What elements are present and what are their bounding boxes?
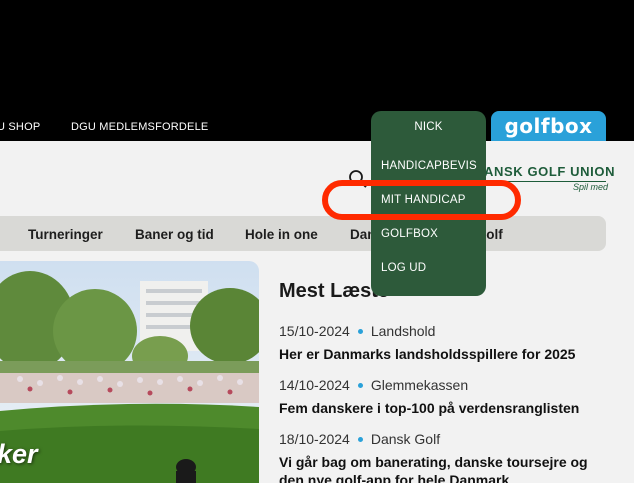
hero-image[interactable]: ker xyxy=(0,261,259,483)
article-meta: 15/10-2024 Landshold xyxy=(279,323,609,339)
dot-icon xyxy=(357,328,363,334)
nav-item-hole-in-one[interactable]: Hole in one xyxy=(245,227,318,242)
nav-item-turneringer[interactable]: Turneringer xyxy=(28,227,103,242)
brand-tagline: Spil med xyxy=(572,182,608,192)
menu-item-handicapbevis[interactable]: HANDICAPBEVIS xyxy=(381,160,477,172)
golfbox-button[interactable]: golfbox xyxy=(491,111,606,141)
main-nav: Turneringer Baner og tid Hole in one Dan… xyxy=(0,216,606,251)
nav-item-baner-og-tid[interactable]: Baner og tid xyxy=(135,227,214,242)
article-date: 15/10-2024 xyxy=(279,323,350,339)
dot-icon xyxy=(357,382,363,388)
article-title[interactable]: Her er Danmarks landsholdsspillere for 2… xyxy=(279,345,609,363)
brand-name: ANSK GOLF UNION xyxy=(484,164,616,179)
hero-caption: ker xyxy=(0,439,38,469)
article-item[interactable]: 18/10-2024 Dansk Golf Vi går bag om baner… xyxy=(279,431,609,483)
menu-item-golfbox[interactable]: GOLFBOX xyxy=(381,228,438,240)
dot-icon xyxy=(357,436,363,442)
article-date: 14/10-2024 xyxy=(279,377,350,393)
top-black-area xyxy=(0,0,634,112)
user-name[interactable]: NICK xyxy=(371,121,486,133)
golfbox-logo: golfbox xyxy=(504,114,593,138)
article-item[interactable]: 15/10-2024 Landshold Her er Danmarks land… xyxy=(279,323,609,363)
article-category: Landshold xyxy=(370,323,436,339)
article-date: 18/10-2024 xyxy=(279,431,350,447)
article-category: Glemmekassen xyxy=(370,377,469,393)
article-meta: 18/10-2024 Dansk Golf xyxy=(279,431,609,447)
article-title[interactable]: Vi går bag om banerating, danske toursej… xyxy=(279,453,609,483)
golf-course-photo xyxy=(0,261,259,483)
shop-link[interactable]: U SHOP xyxy=(0,121,40,133)
article-category: Dansk Golf xyxy=(370,431,441,447)
article-item[interactable]: 14/10-2024 Glemmekassen Fem danskere i to… xyxy=(279,377,609,417)
highlight-annotation xyxy=(322,180,521,220)
article-meta: 14/10-2024 Glemmekassen xyxy=(279,377,609,393)
menu-item-log-ud[interactable]: LOG UD xyxy=(381,262,426,274)
member-benefits-link[interactable]: DGU MEDLEMSFORDELE xyxy=(71,121,208,133)
article-title[interactable]: Fem danskere i top-100 på verdensranglis… xyxy=(279,399,609,417)
